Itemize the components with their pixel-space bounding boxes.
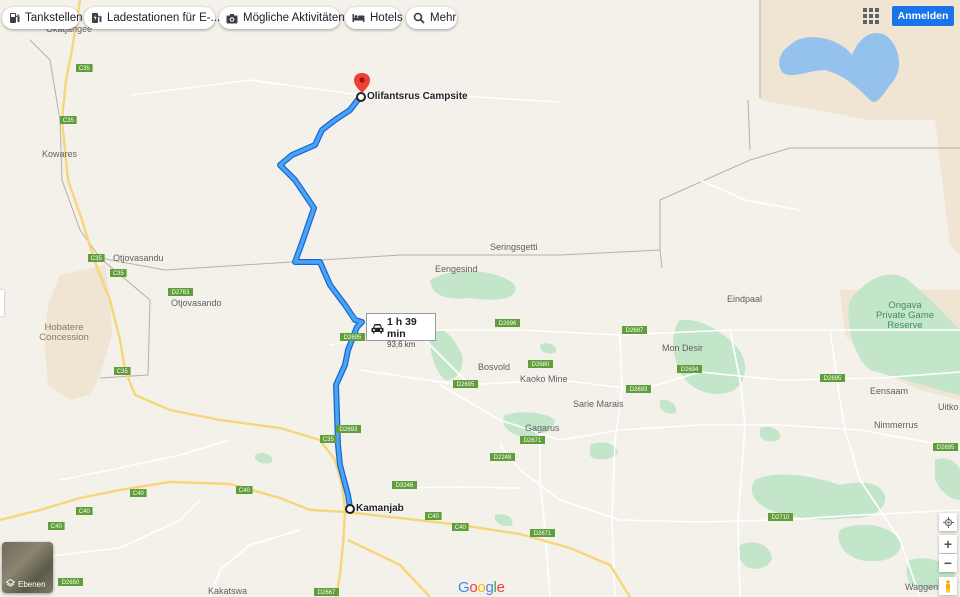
bed-icon xyxy=(352,12,365,25)
gas-station-icon xyxy=(9,12,20,25)
road-label: D2695 xyxy=(937,445,955,451)
road-label: D2696 xyxy=(499,321,517,327)
zoom-in-button[interactable]: + xyxy=(939,535,957,553)
chip-gas-stations[interactable]: Tankstellen xyxy=(2,7,83,29)
road-label: C40 xyxy=(133,491,145,497)
place-label[interactable]: Eindpaal xyxy=(727,294,762,304)
chip-label: Ladestationen für E-... xyxy=(107,12,221,24)
apps-grid-icon[interactable] xyxy=(863,8,879,24)
search-icon xyxy=(413,12,425,25)
place-label[interactable]: Kaoko Mine xyxy=(520,374,568,384)
side-panel-toggle[interactable] xyxy=(0,290,4,316)
destination-label[interactable]: Olifantsrus Campsite xyxy=(367,91,468,102)
chip-hotels[interactable]: Hotels xyxy=(345,7,403,29)
zoom-out-button[interactable]: − xyxy=(939,554,957,572)
place-label[interactable]: Reserve xyxy=(887,320,922,331)
map-canvas[interactable]: OkatjangeeKowaresOtjovasanduOtjovasandoH… xyxy=(0,0,960,597)
road-label: C40 xyxy=(455,525,467,531)
road-label: D2697 xyxy=(626,328,644,334)
route-duration: 1 h 39 min xyxy=(387,316,417,340)
road-label: C40 xyxy=(428,514,440,520)
layers-label: Ebenen xyxy=(18,580,46,589)
car-icon xyxy=(371,323,384,334)
place-label[interactable]: Gagarus xyxy=(525,423,560,433)
road-label: D2710 xyxy=(772,515,790,521)
place-label[interactable]: Concession xyxy=(39,332,89,343)
road-label: C35 xyxy=(113,271,125,277)
chip-more[interactable]: Mehr xyxy=(406,7,457,29)
chip-ev-charging[interactable]: Ladestationen für E-... xyxy=(84,7,220,29)
ev-charger-icon xyxy=(91,12,102,25)
chip-label: Tankstellen xyxy=(25,12,83,24)
chip-label: Hotels xyxy=(370,12,403,24)
place-label[interactable]: Otjovasandu xyxy=(113,253,164,263)
route-distance: 93,6 km xyxy=(387,340,416,349)
place-label[interactable]: Otjovasando xyxy=(171,298,222,308)
road-label: D2693 xyxy=(340,427,358,433)
road-label: C35 xyxy=(323,437,335,443)
layers-button[interactable]: Ebenen xyxy=(2,542,53,593)
place-label[interactable]: Seringsgetti xyxy=(490,242,538,252)
route-info-box[interactable]: 1 h 39 min 93,6 km xyxy=(366,313,436,349)
start-label[interactable]: Kamanjab xyxy=(356,503,404,514)
road-label: C40 xyxy=(51,524,63,530)
place-label[interactable]: Kakatswa xyxy=(208,586,247,596)
road-label: D2695 xyxy=(824,376,842,382)
road-label: D2763 xyxy=(172,290,190,296)
place-label[interactable]: Bosvold xyxy=(478,362,510,372)
layers-icon xyxy=(5,578,16,590)
end-marker[interactable] xyxy=(356,92,366,102)
road-label: D2248 xyxy=(494,455,512,461)
chip-label: Mehr xyxy=(430,12,457,24)
chip-label: Mögliche Aktivitäten xyxy=(243,12,345,24)
my-location-icon[interactable] xyxy=(939,513,957,531)
place-label[interactable]: Eengesind xyxy=(435,264,478,274)
sign-in-button[interactable]: Anmelden xyxy=(892,6,954,26)
pegman-icon[interactable] xyxy=(939,577,957,595)
road-label: D2680 xyxy=(532,362,550,368)
place-label[interactable]: Sarie Marais xyxy=(573,399,624,409)
start-marker[interactable] xyxy=(345,504,355,514)
road-label: C35 xyxy=(63,118,75,124)
road-label: D2671 xyxy=(524,438,542,444)
place-label[interactable]: Kowares xyxy=(42,149,78,159)
road-label: C35 xyxy=(79,66,91,72)
road-label: C40 xyxy=(79,509,91,515)
place-label[interactable]: Mon Desir xyxy=(662,343,703,353)
road-label: D2650 xyxy=(62,580,80,586)
road-label: C40 xyxy=(239,488,251,494)
road-label: D2667 xyxy=(318,590,336,596)
road-label: D2695 xyxy=(457,382,475,388)
camera-icon xyxy=(226,12,238,25)
place-label[interactable]: Uitko xyxy=(938,402,959,412)
chip-activities[interactable]: Mögliche Aktivitäten xyxy=(219,7,345,29)
road-label: D2671 xyxy=(534,531,552,537)
road-label: D3246 xyxy=(396,483,414,489)
road-label: D2695 xyxy=(344,335,362,341)
google-logo: Google xyxy=(458,579,505,596)
place-label[interactable]: Nimmerrus xyxy=(874,420,918,430)
road-label: D2694 xyxy=(681,367,699,373)
road-label: D2693 xyxy=(630,387,648,393)
road-label: C35 xyxy=(91,256,103,262)
road-label: C35 xyxy=(117,369,129,375)
place-label[interactable]: Eensaam xyxy=(870,386,908,396)
